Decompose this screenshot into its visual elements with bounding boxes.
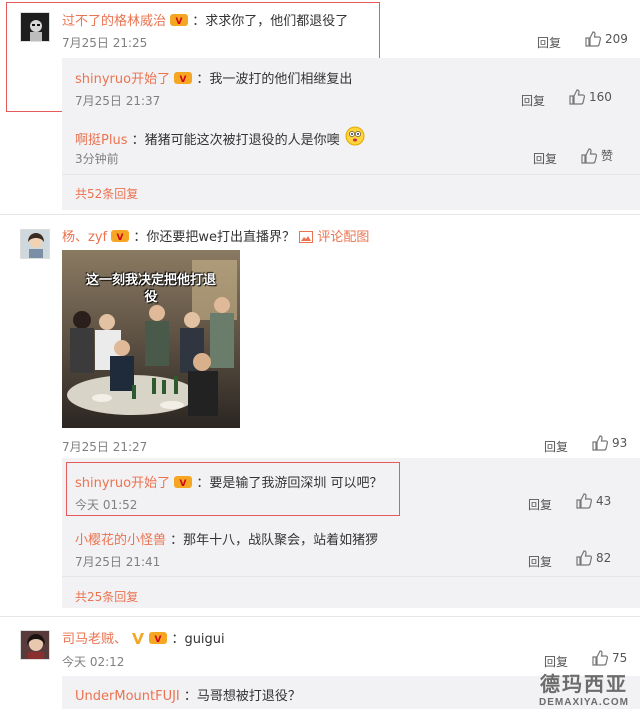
svg-text:V: V bbox=[155, 635, 162, 645]
vip-badge-icon: V bbox=[174, 71, 193, 89]
like-count: 160 bbox=[589, 90, 612, 104]
more-replies-link[interactable]: 共52条回复 bbox=[75, 185, 138, 202]
comment-text: ：求求你了，他们都退役了 bbox=[192, 14, 349, 29]
avatar[interactable] bbox=[20, 630, 50, 660]
like-button[interactable]: 160 bbox=[569, 89, 612, 105]
thumbs-up-icon bbox=[576, 493, 592, 509]
thumbs-up-icon bbox=[569, 89, 585, 105]
reply-header: 小樱花的小怪兽 ：那年十八，战队聚会，站着如猪猡 bbox=[75, 529, 378, 548]
vip-badge-icon: V bbox=[149, 631, 168, 649]
svg-text:V: V bbox=[176, 17, 183, 27]
username[interactable]: 小樱花的小怪兽 bbox=[75, 533, 166, 548]
reply-header: shinyruo开始了 V ：我一波打的他们相继复出 bbox=[75, 68, 352, 89]
reply-text: ：猪猪可能这次被打退役的人是你噢 bbox=[131, 133, 340, 148]
comment-header: 杨、zyf V ：你还要把we打出直播界？ 评论配图 bbox=[62, 226, 369, 247]
thinking-emoji-icon bbox=[344, 126, 366, 150]
reply-header: 啊挺Plus ：猪猪可能这次被打退役的人是你噢 bbox=[75, 126, 366, 150]
thumbs-up-icon bbox=[581, 147, 597, 164]
timestamp: 7月25日 21:37 bbox=[75, 94, 161, 108]
reply-text: ：那年十八，战队聚会，站着如猪猡 bbox=[170, 533, 379, 548]
reply-text: ：要是输了我游回深圳 可以吧？ bbox=[196, 476, 383, 491]
reply-button[interactable]: 回复 bbox=[533, 150, 557, 167]
picture-icon bbox=[299, 231, 314, 247]
comment-text: ：guigui bbox=[171, 632, 225, 647]
like-count: 75 bbox=[612, 651, 628, 665]
username[interactable]: shinyruo开始了 bbox=[75, 72, 170, 87]
comment-header: 过不了的格林威治 V ：求求你了，他们都退役了 bbox=[62, 10, 348, 31]
divider bbox=[0, 616, 640, 617]
more-replies-link[interactable]: 共25条回复 bbox=[75, 588, 138, 605]
image-caption: 这一刻我决定把他打退役 bbox=[86, 273, 217, 305]
username[interactable]: 过不了的格林威治 bbox=[62, 14, 166, 29]
like-count: 82 bbox=[596, 551, 612, 565]
comment-image-link[interactable]: 评论配图 bbox=[317, 230, 369, 245]
comment-header: 司马老贼、 V ：guigui bbox=[62, 628, 225, 649]
like-button[interactable]: 75 bbox=[592, 650, 627, 666]
timestamp: 今天 02:12 bbox=[62, 655, 125, 669]
verified-v-icon bbox=[131, 631, 145, 649]
username[interactable]: 司马老贼、 bbox=[62, 632, 127, 647]
vip-badge-icon: V bbox=[111, 229, 130, 247]
vip-badge-icon: V bbox=[174, 475, 193, 493]
timestamp: 7月25日 21:27 bbox=[62, 440, 148, 454]
watermark: 德玛西亚 DEMAXIYA.COM bbox=[534, 668, 634, 708]
thumbs-up-icon bbox=[592, 650, 608, 666]
comment-text: ：你还要把we打出直播界？ bbox=[133, 230, 296, 245]
reply-button[interactable]: 回复 bbox=[528, 496, 552, 513]
username[interactable]: 杨、zyf bbox=[62, 230, 107, 245]
like-button[interactable]: 赞 bbox=[581, 147, 613, 164]
svg-text:V: V bbox=[180, 479, 187, 489]
avatar[interactable] bbox=[20, 229, 50, 259]
avatar[interactable] bbox=[20, 12, 50, 42]
reply-button[interactable]: 回复 bbox=[537, 34, 561, 51]
divider bbox=[62, 576, 640, 577]
avatar-graphic bbox=[21, 631, 49, 659]
comment-image[interactable]: 这一刻我决定把他打退役 bbox=[62, 250, 240, 428]
timestamp: 7月25日 21:41 bbox=[75, 555, 161, 569]
like-count: 43 bbox=[596, 494, 612, 508]
reply-text: ：我一波打的他们相继复出 bbox=[196, 72, 353, 87]
like-button[interactable]: 43 bbox=[576, 493, 611, 509]
svg-text:V: V bbox=[117, 233, 124, 243]
like-button[interactable]: 209 bbox=[585, 31, 628, 47]
like-button[interactable]: 82 bbox=[576, 550, 611, 566]
username[interactable]: 啊挺Plus bbox=[75, 133, 127, 148]
reply-header: shinyruo开始了 V ：要是输了我游回深圳 可以吧？ bbox=[75, 472, 383, 493]
timestamp: 3分钟前 bbox=[75, 152, 119, 166]
vip-badge-icon: V bbox=[170, 13, 189, 31]
thumbs-up-icon bbox=[576, 550, 592, 566]
avatar-graphic bbox=[21, 230, 49, 258]
timestamp: 今天 01:52 bbox=[75, 498, 138, 512]
avatar-graphic bbox=[21, 13, 49, 41]
username[interactable]: shinyruo开始了 bbox=[75, 476, 170, 491]
timestamp: 7月25日 21:25 bbox=[62, 36, 148, 50]
username[interactable]: UnderMountFUJI bbox=[75, 689, 180, 704]
reply-button[interactable]: 回复 bbox=[521, 92, 545, 109]
divider bbox=[62, 174, 640, 175]
watermark-main: 德玛西亚 bbox=[540, 672, 628, 696]
thumbs-up-icon bbox=[585, 31, 601, 47]
reply-button[interactable]: 回复 bbox=[528, 553, 552, 570]
like-count: 209 bbox=[605, 32, 628, 46]
like-button[interactable]: 93 bbox=[592, 435, 627, 451]
like-count: 93 bbox=[612, 436, 628, 450]
watermark-sub: DEMAXIYA.COM bbox=[539, 697, 629, 708]
reply-button[interactable]: 回复 bbox=[544, 438, 568, 455]
reply-text: ：马哥想被打退役？ bbox=[183, 689, 301, 704]
thumbs-up-icon bbox=[592, 435, 608, 451]
like-count: 赞 bbox=[601, 149, 614, 163]
reply-header: UnderMountFUJI ：马哥想被打退役？ bbox=[75, 685, 301, 704]
divider bbox=[0, 214, 640, 215]
svg-text:V: V bbox=[180, 75, 187, 85]
